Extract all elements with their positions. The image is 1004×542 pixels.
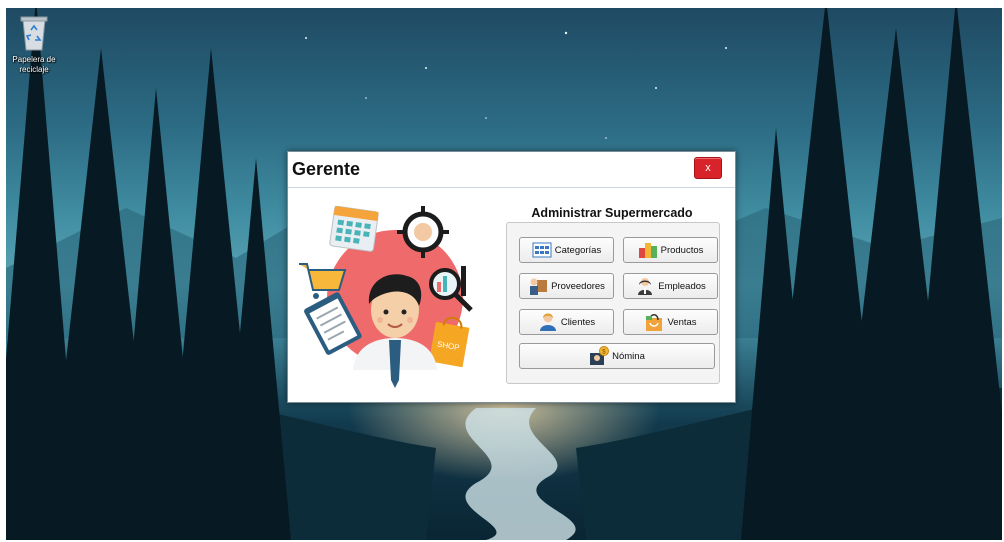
button-label: Categorías — [554, 244, 602, 256]
productos-button[interactable]: Productos — [623, 237, 718, 263]
customer-icon — [539, 313, 556, 331]
gerente-window: Gerente x SHOP Administrar Supermercado … — [287, 151, 736, 403]
button-label: Ventas — [667, 316, 697, 328]
grid-icon — [532, 242, 552, 258]
clientes-button[interactable]: Clientes — [519, 309, 614, 335]
nomina-button[interactable]: $ Nómina — [519, 343, 715, 369]
empleados-button[interactable]: Empleados — [623, 273, 718, 299]
recycle-bin-icon — [17, 14, 51, 52]
desktop-icon-recycle-bin[interactable]: Papelera de reciclaje — [6, 14, 62, 75]
panel-title: Administrar Supermercado — [531, 206, 693, 220]
manager-illustration: SHOP — [299, 205, 473, 388]
button-label: Productos — [660, 244, 704, 256]
ventas-button[interactable]: Ventas — [623, 309, 718, 335]
shopping-bag-icon — [646, 314, 663, 331]
button-label: Proveedores — [551, 280, 605, 292]
button-label: Empleados — [658, 280, 706, 292]
title-divider — [288, 187, 735, 188]
categorias-button[interactable]: Categorías — [519, 237, 614, 263]
employee-icon — [638, 278, 653, 295]
label-line-2: reciclaje — [19, 65, 49, 74]
proveedores-button[interactable]: Proveedores — [519, 273, 614, 299]
payroll-icon: $ — [590, 346, 610, 365]
suppliers-icon — [530, 278, 548, 295]
window-title: Gerente — [292, 159, 361, 179]
products-icon — [638, 243, 657, 258]
button-label: Nómina — [612, 350, 645, 362]
desktop-icon-label: Papelera de reciclaje — [6, 55, 62, 75]
button-label: Clientes — [560, 316, 596, 328]
close-button[interactable]: x — [694, 157, 722, 179]
label-line-1: Papelera de — [12, 55, 56, 64]
